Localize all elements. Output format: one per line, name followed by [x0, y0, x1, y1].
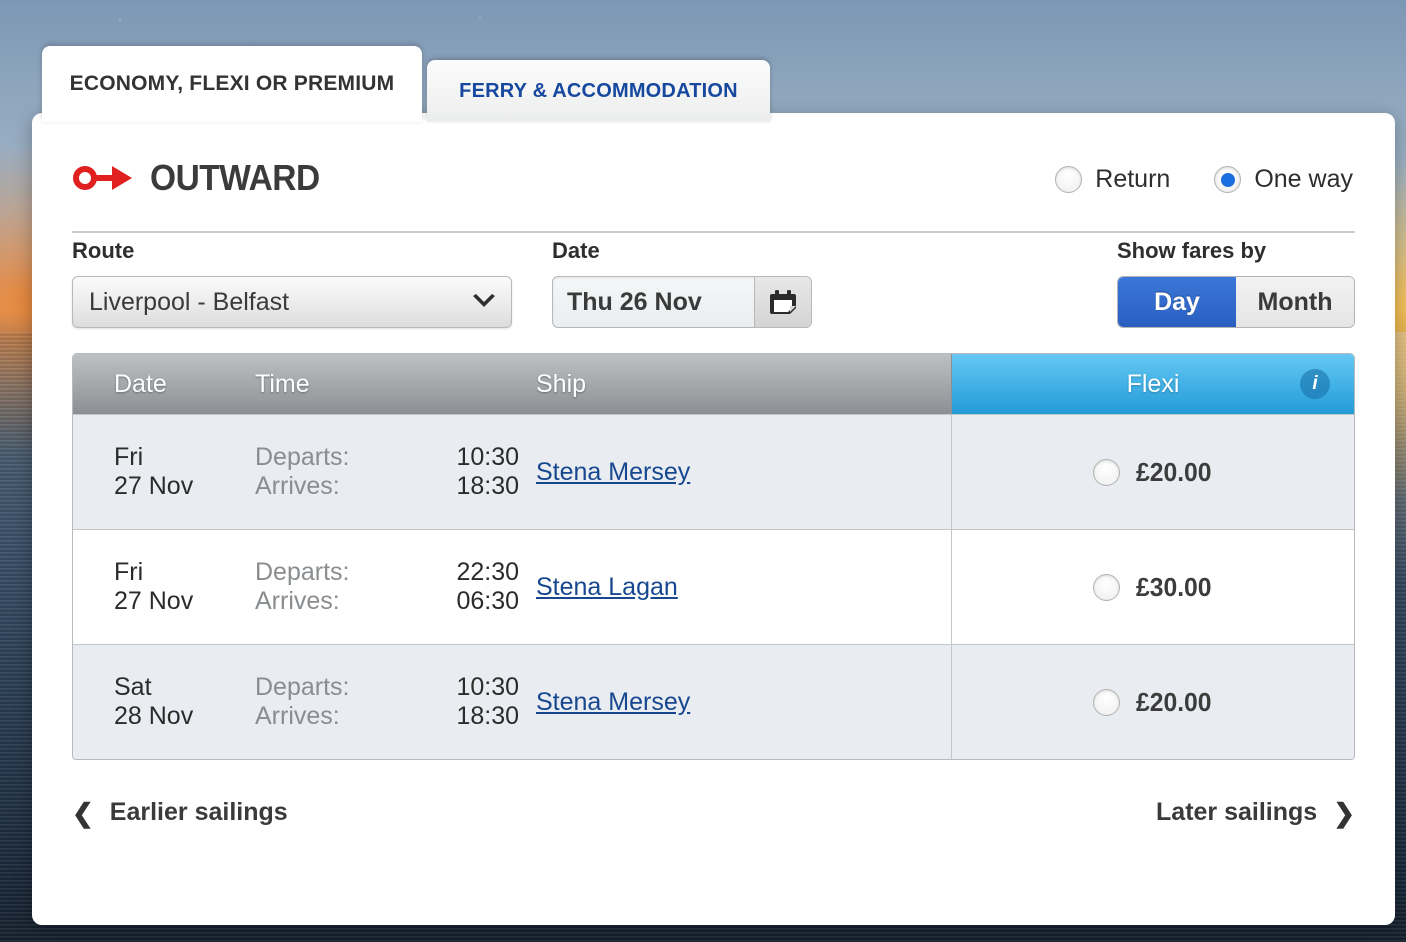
sailing-date-value: 27 Nov: [114, 587, 194, 615]
column-header-flexi[interactable]: Flexi i: [951, 354, 1354, 414]
tab-label: ECONOMY, FLEXI OR PREMIUM: [69, 72, 395, 95]
departs-time: 10:30: [456, 442, 519, 471]
sailing-ship: Stena Mersey: [536, 688, 690, 717]
departs-label: Departs:: [255, 672, 350, 701]
fares-view-toggle: Day Month: [1117, 276, 1355, 328]
date-value: Thu 26 Nov: [567, 287, 702, 316]
date-field: Date Thu 26 Nov: [552, 238, 812, 328]
column-header-ship: Ship: [536, 369, 587, 398]
sailing-day: Fri: [114, 557, 144, 586]
tab-economy-flexi-premium[interactable]: ECONOMY, FLEXI OR PREMIUM: [42, 46, 422, 122]
fare-price: £20.00: [1135, 456, 1212, 487]
radio-return-label: Return: [1095, 165, 1171, 193]
sailing-details: Fri 27 Nov Departs: Arrives: 22:30 06:30…: [73, 530, 951, 644]
sailing-date: Fri 27 Nov: [114, 558, 193, 617]
chevron-left-icon: ❮: [72, 797, 94, 828]
ship-link[interactable]: Stena Lagan: [536, 573, 678, 601]
sailing-day: Sat: [114, 672, 152, 701]
fare-radio[interactable]: [1092, 458, 1120, 486]
date-label: Date: [552, 238, 600, 263]
column-header-time: Time: [255, 369, 310, 398]
table-header-left: Date Time Ship: [73, 354, 951, 414]
tab-ferry-accommodation[interactable]: FERRY & ACCOMMODATION: [427, 60, 770, 122]
departs-label: Departs:: [255, 557, 350, 586]
sailing-date: Sat 28 Nov: [114, 673, 193, 732]
sailing-times: Departs: Arrives: 22:30 06:30: [255, 558, 519, 617]
chevron-down-icon: [473, 294, 495, 307]
arrives-time: 18:30: [456, 472, 519, 500]
circle-arrow-right-icon: [73, 166, 132, 190]
sailings-table: Date Time Ship Flexi i Fri 27 Nov Depart…: [72, 353, 1355, 760]
fare-cell-flexi[interactable]: £20.00: [951, 415, 1354, 529]
fare-cell-flexi[interactable]: £30.00: [951, 530, 1354, 644]
later-sailings-label: Later sailings: [1156, 798, 1318, 826]
fares-view-day-button[interactable]: Day: [1118, 277, 1236, 327]
sailing-details: Fri 27 Nov Departs: Arrives: 10:30 18:30…: [73, 415, 951, 529]
info-icon[interactable]: i: [1300, 369, 1330, 399]
table-row[interactable]: Fri 27 Nov Departs: Arrives: 22:30 06:30…: [73, 529, 1354, 644]
ship-link[interactable]: Stena Mersey: [536, 458, 690, 486]
arrives-label: Arrives:: [255, 702, 340, 730]
arrives-time: 06:30: [456, 587, 519, 615]
sailing-date-value: 27 Nov: [114, 472, 194, 500]
radio-option-one-way[interactable]: One way: [1214, 165, 1353, 194]
show-fares-by-label: Show fares by: [1117, 238, 1267, 263]
fare-cell-flexi[interactable]: £20.00: [951, 645, 1354, 759]
fares-view-month-button[interactable]: Month: [1236, 277, 1354, 327]
arrives-time: 18:30: [456, 702, 519, 730]
departs-time: 10:30: [456, 672, 519, 701]
radio-one-way-indicator[interactable]: [1214, 166, 1242, 193]
route-selected-value: Liverpool - Belfast: [89, 287, 290, 316]
sailings-pagination: ❮ Earlier sailings Later sailings ❯: [72, 798, 1355, 827]
chevron-right-icon: ❯: [1333, 797, 1355, 828]
sailing-times: Departs: Arrives: 10:30 18:30: [255, 443, 519, 502]
ship-link[interactable]: Stena Mersey: [536, 688, 690, 716]
sailing-details: Sat 28 Nov Departs: Arrives: 10:30 18:30…: [73, 645, 951, 759]
route-field: Route Liverpool - Belfast: [72, 238, 512, 328]
show-fares-by-field: Show fares by Day Month: [1117, 238, 1355, 328]
route-label: Route: [72, 238, 135, 263]
table-row[interactable]: Fri 27 Nov Departs: Arrives: 10:30 18:30…: [73, 414, 1354, 529]
outward-header: OUTWARD Return One way: [72, 143, 1355, 233]
earlier-sailings-label: Earlier sailings: [109, 798, 288, 826]
fare-radio[interactable]: [1092, 688, 1120, 716]
booking-panel: OUTWARD Return One way Route Liverpool -…: [32, 113, 1395, 925]
radio-return-indicator[interactable]: [1055, 166, 1083, 193]
tab-label: FERRY & ACCOMMODATION: [459, 79, 738, 102]
later-sailings-button[interactable]: Later sailings ❯: [1156, 798, 1355, 827]
table-header-row: Date Time Ship Flexi i: [73, 354, 1354, 414]
sailing-times: Departs: Arrives: 10:30 18:30: [255, 673, 519, 732]
sailing-ship: Stena Mersey: [536, 458, 690, 487]
page-title: OUTWARD: [150, 157, 320, 198]
earlier-sailings-button[interactable]: ❮ Earlier sailings: [72, 798, 288, 827]
column-header-flexi-label: Flexi: [1126, 369, 1180, 398]
sailing-date-value: 28 Nov: [114, 702, 194, 730]
sailing-date: Fri 27 Nov: [114, 443, 193, 502]
column-header-date: Date: [114, 369, 167, 398]
fare-price: £20.00: [1135, 686, 1212, 717]
radio-option-return[interactable]: Return: [1055, 165, 1170, 194]
arrives-label: Arrives:: [255, 472, 340, 500]
table-row[interactable]: Sat 28 Nov Departs: Arrives: 10:30 18:30…: [73, 644, 1354, 759]
trip-type-group: Return One way: [1055, 143, 1355, 194]
calendar-icon: [770, 290, 796, 314]
route-select[interactable]: Liverpool - Belfast: [72, 276, 512, 328]
date-input[interactable]: Thu 26 Nov: [552, 276, 812, 328]
fare-price: £30.00: [1135, 571, 1212, 602]
radio-one-way-label: One way: [1254, 165, 1353, 193]
arrives-label: Arrives:: [255, 587, 340, 615]
departs-time: 22:30: [456, 557, 519, 586]
outward-title-group: OUTWARD: [72, 143, 332, 199]
departs-label: Departs:: [255, 442, 350, 471]
calendar-button[interactable]: [754, 277, 811, 327]
search-controls: Route Liverpool - Belfast Date Thu 26 No…: [72, 238, 1355, 328]
fare-radio[interactable]: [1092, 573, 1120, 601]
sailing-ship: Stena Lagan: [536, 573, 678, 602]
sailing-day: Fri: [114, 442, 144, 471]
